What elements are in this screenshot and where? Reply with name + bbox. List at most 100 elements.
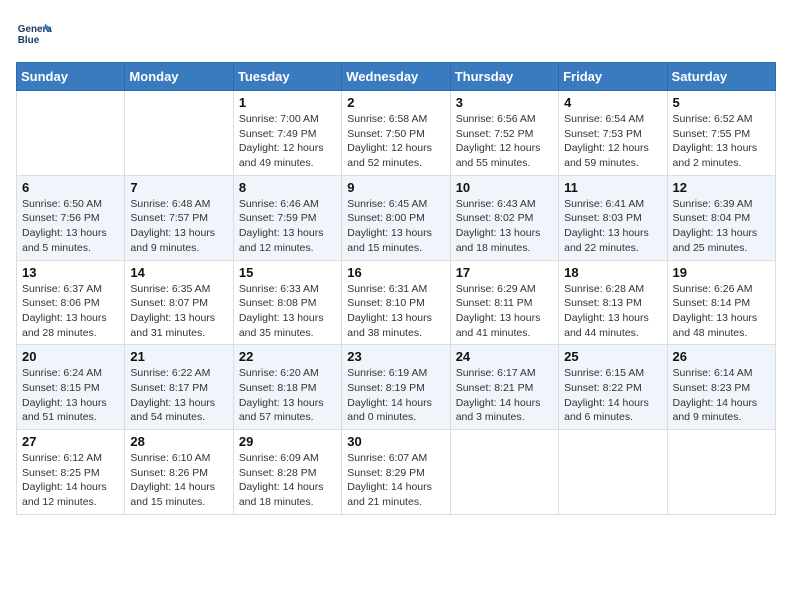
day-info: Sunrise: 7:00 AM Sunset: 7:49 PM Dayligh… (239, 112, 336, 171)
day-number: 21 (130, 349, 227, 364)
calendar-cell: 12 Sunrise: 6:39 AM Sunset: 8:04 PM Dayli… (667, 175, 775, 260)
day-number: 14 (130, 265, 227, 280)
day-number: 25 (564, 349, 661, 364)
day-number: 29 (239, 434, 336, 449)
day-number: 6 (22, 180, 119, 195)
calendar-cell: 15Sunrise: 6:33 AM Sunset: 8:08 PM Dayli… (233, 260, 341, 345)
day-info: Sunrise: 6:54 AM Sunset: 7:53 PM Dayligh… (564, 112, 661, 171)
day-info: Sunrise: 6:20 AM Sunset: 8:18 PM Dayligh… (239, 366, 336, 425)
day-number: 26 (673, 349, 770, 364)
day-info: Sunrise: 6:15 AM Sunset: 8:22 PM Dayligh… (564, 366, 661, 425)
calendar-week-row: 6 Sunrise: 6:50 AM Sunset: 7:56 PM Daylig… (17, 175, 776, 260)
day-info: Sunrise: 6:14 AM Sunset: 8:23 PM Dayligh… (673, 366, 770, 425)
calendar-cell: 9 Sunrise: 6:45 AM Sunset: 8:00 PM Daylig… (342, 175, 450, 260)
day-info: Sunrise: 6:09 AM Sunset: 8:28 PM Dayligh… (239, 451, 336, 510)
calendar-cell: 10 Sunrise: 6:43 AM Sunset: 8:02 PM Dayli… (450, 175, 558, 260)
calendar-cell: 14 Sunrise: 6:35 AM Sunset: 8:07 PM Dayli… (125, 260, 233, 345)
calendar-week-row: 1 Sunrise: 7:00 AM Sunset: 7:49 PM Daylig… (17, 91, 776, 176)
calendar-week-row: 13 Sunrise: 6:37 AM Sunset: 8:06 PM Dayli… (17, 260, 776, 345)
calendar-week-row: 27Sunrise: 6:12 AM Sunset: 8:25 PM Dayli… (17, 430, 776, 515)
day-number: 17 (456, 265, 553, 280)
day-number: 3 (456, 95, 553, 110)
calendar-cell: 3 Sunrise: 6:56 AM Sunset: 7:52 PM Daylig… (450, 91, 558, 176)
day-info: Sunrise: 6:24 AM Sunset: 8:15 PM Dayligh… (22, 366, 119, 425)
calendar-cell: 8 Sunrise: 6:46 AM Sunset: 7:59 PM Daylig… (233, 175, 341, 260)
day-number: 9 (347, 180, 444, 195)
day-info: Sunrise: 6:12 AM Sunset: 8:25 PM Dayligh… (22, 451, 119, 510)
day-info: Sunrise: 6:52 AM Sunset: 7:55 PM Dayligh… (673, 112, 770, 171)
calendar-cell: 30 Sunrise: 6:07 AM Sunset: 8:29 PM Dayli… (342, 430, 450, 515)
day-info: Sunrise: 6:37 AM Sunset: 8:06 PM Dayligh… (22, 282, 119, 341)
day-info: Sunrise: 6:07 AM Sunset: 8:29 PM Dayligh… (347, 451, 444, 510)
calendar-cell: 27Sunrise: 6:12 AM Sunset: 8:25 PM Dayli… (17, 430, 125, 515)
calendar-cell (17, 91, 125, 176)
calendar-cell: 1 Sunrise: 7:00 AM Sunset: 7:49 PM Daylig… (233, 91, 341, 176)
day-number: 22 (239, 349, 336, 364)
day-info: Sunrise: 6:45 AM Sunset: 8:00 PM Dayligh… (347, 197, 444, 256)
day-info: Sunrise: 6:31 AM Sunset: 8:10 PM Dayligh… (347, 282, 444, 341)
calendar-cell: 29 Sunrise: 6:09 AM Sunset: 8:28 PM Dayli… (233, 430, 341, 515)
day-info: Sunrise: 6:56 AM Sunset: 7:52 PM Dayligh… (456, 112, 553, 171)
day-info: Sunrise: 6:28 AM Sunset: 8:13 PM Dayligh… (564, 282, 661, 341)
calendar-cell: 16 Sunrise: 6:31 AM Sunset: 8:10 PM Dayli… (342, 260, 450, 345)
weekday-header: Sunday (17, 63, 125, 91)
weekday-header: Tuesday (233, 63, 341, 91)
day-number: 16 (347, 265, 444, 280)
day-number: 1 (239, 95, 336, 110)
day-number: 4 (564, 95, 661, 110)
weekday-header: Saturday (667, 63, 775, 91)
calendar-cell (559, 430, 667, 515)
day-info: Sunrise: 6:46 AM Sunset: 7:59 PM Dayligh… (239, 197, 336, 256)
day-info: Sunrise: 6:17 AM Sunset: 8:21 PM Dayligh… (456, 366, 553, 425)
day-number: 30 (347, 434, 444, 449)
weekday-header: Wednesday (342, 63, 450, 91)
day-number: 2 (347, 95, 444, 110)
calendar-cell: 25 Sunrise: 6:15 AM Sunset: 8:22 PM Dayli… (559, 345, 667, 430)
calendar-header-row: SundayMondayTuesdayWednesdayThursdayFrid… (17, 63, 776, 91)
calendar-cell: 5 Sunrise: 6:52 AM Sunset: 7:55 PM Daylig… (667, 91, 775, 176)
day-info: Sunrise: 6:39 AM Sunset: 8:04 PM Dayligh… (673, 197, 770, 256)
day-info: Sunrise: 6:33 AM Sunset: 8:08 PM Dayligh… (239, 282, 336, 341)
day-number: 19 (673, 265, 770, 280)
day-info: Sunrise: 6:50 AM Sunset: 7:56 PM Dayligh… (22, 197, 119, 256)
weekday-header: Thursday (450, 63, 558, 91)
calendar-cell: 13 Sunrise: 6:37 AM Sunset: 8:06 PM Dayli… (17, 260, 125, 345)
day-number: 12 (673, 180, 770, 195)
day-number: 23 (347, 349, 444, 364)
calendar-cell: 20 Sunrise: 6:24 AM Sunset: 8:15 PM Dayli… (17, 345, 125, 430)
calendar-cell: 24 Sunrise: 6:17 AM Sunset: 8:21 PM Dayli… (450, 345, 558, 430)
day-info: Sunrise: 6:43 AM Sunset: 8:02 PM Dayligh… (456, 197, 553, 256)
day-info: Sunrise: 6:35 AM Sunset: 8:07 PM Dayligh… (130, 282, 227, 341)
day-number: 8 (239, 180, 336, 195)
weekday-header: Friday (559, 63, 667, 91)
day-info: Sunrise: 6:48 AM Sunset: 7:57 PM Dayligh… (130, 197, 227, 256)
day-info: Sunrise: 6:19 AM Sunset: 8:19 PM Dayligh… (347, 366, 444, 425)
day-number: 20 (22, 349, 119, 364)
calendar-cell: 23 Sunrise: 6:19 AM Sunset: 8:19 PM Dayli… (342, 345, 450, 430)
calendar-cell: 21 Sunrise: 6:22 AM Sunset: 8:17 PM Dayli… (125, 345, 233, 430)
day-info: Sunrise: 6:58 AM Sunset: 7:50 PM Dayligh… (347, 112, 444, 171)
calendar-cell: 19Sunrise: 6:26 AM Sunset: 8:14 PM Dayli… (667, 260, 775, 345)
day-info: Sunrise: 6:10 AM Sunset: 8:26 PM Dayligh… (130, 451, 227, 510)
day-number: 13 (22, 265, 119, 280)
calendar-cell: 22 Sunrise: 6:20 AM Sunset: 8:18 PM Dayli… (233, 345, 341, 430)
calendar-cell: 7 Sunrise: 6:48 AM Sunset: 7:57 PM Daylig… (125, 175, 233, 260)
day-number: 5 (673, 95, 770, 110)
day-info: Sunrise: 6:22 AM Sunset: 8:17 PM Dayligh… (130, 366, 227, 425)
calendar-cell: 6 Sunrise: 6:50 AM Sunset: 7:56 PM Daylig… (17, 175, 125, 260)
calendar-cell: 26 Sunrise: 6:14 AM Sunset: 8:23 PM Dayli… (667, 345, 775, 430)
day-number: 7 (130, 180, 227, 195)
calendar-cell: 28Sunrise: 6:10 AM Sunset: 8:26 PM Dayli… (125, 430, 233, 515)
page-header: General Blue (16, 16, 776, 52)
day-number: 24 (456, 349, 553, 364)
calendar-cell: 4 Sunrise: 6:54 AM Sunset: 7:53 PM Daylig… (559, 91, 667, 176)
day-number: 10 (456, 180, 553, 195)
logo-icon: General Blue (16, 16, 52, 52)
calendar-cell: 2 Sunrise: 6:58 AM Sunset: 7:50 PM Daylig… (342, 91, 450, 176)
day-number: 11 (564, 180, 661, 195)
day-info: Sunrise: 6:29 AM Sunset: 8:11 PM Dayligh… (456, 282, 553, 341)
calendar-cell: 11Sunrise: 6:41 AM Sunset: 8:03 PM Dayli… (559, 175, 667, 260)
weekday-header: Monday (125, 63, 233, 91)
calendar-cell (667, 430, 775, 515)
logo: General Blue (16, 16, 52, 52)
